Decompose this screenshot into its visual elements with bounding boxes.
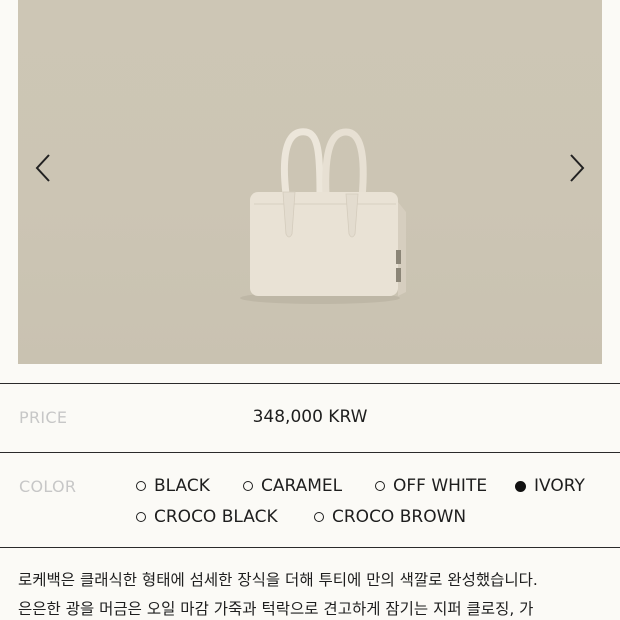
description-line: 은은한 광을 머금은 오일 마감 가죽과 턱락으로 견고하게 잠기는 지퍼 클로…: [18, 600, 534, 618]
color-option-off-white[interactable]: OFF WHITE: [375, 476, 487, 496]
divider: [0, 383, 620, 384]
color-option-caramel[interactable]: CARAMEL: [243, 476, 342, 496]
product-page: PRICE 348,000 KRW COLOR BLACK CARAMEL OF…: [0, 0, 620, 620]
color-option-croco-black[interactable]: CROCO BLACK: [136, 507, 278, 527]
product-description: 로케백은 클래식한 형태에 섬세한 장식을 더해 투티에 만의 색깔로 완성했습…: [18, 566, 608, 620]
radio-icon[interactable]: [136, 481, 146, 491]
color-option-label: OFF WHITE: [393, 476, 488, 496]
radio-icon[interactable]: [314, 512, 324, 522]
color-option-croco-brown[interactable]: CROCO BROWN: [314, 507, 466, 527]
chevron-left-icon[interactable]: [28, 150, 58, 186]
radio-icon[interactable]: [375, 481, 385, 491]
price-value: 348,000 KRW: [252, 407, 368, 427]
radio-selected-icon[interactable]: [515, 480, 526, 492]
radio-icon[interactable]: [243, 481, 253, 491]
color-option-label: CROCO BROWN: [332, 507, 467, 527]
description-line: 로케백은 클래식한 형태에 섬세한 장식을 더해 투티에 만의 색깔로 완성했습…: [18, 571, 538, 589]
color-option-black[interactable]: BLACK: [136, 476, 210, 496]
color-option-label: IVORY: [534, 476, 585, 496]
color-label: COLOR: [19, 477, 77, 496]
product-image-gallery[interactable]: [18, 0, 602, 364]
color-option-label: CARAMEL: [261, 476, 343, 496]
chevron-right-icon[interactable]: [562, 150, 592, 186]
color-option-label: BLACK: [154, 476, 210, 496]
divider: [0, 547, 620, 548]
divider: [0, 452, 620, 453]
product-image: [228, 122, 408, 312]
color-option-label: CROCO BLACK: [154, 507, 278, 527]
radio-icon[interactable]: [136, 512, 146, 522]
color-option-ivory[interactable]: IVORY: [515, 476, 585, 496]
